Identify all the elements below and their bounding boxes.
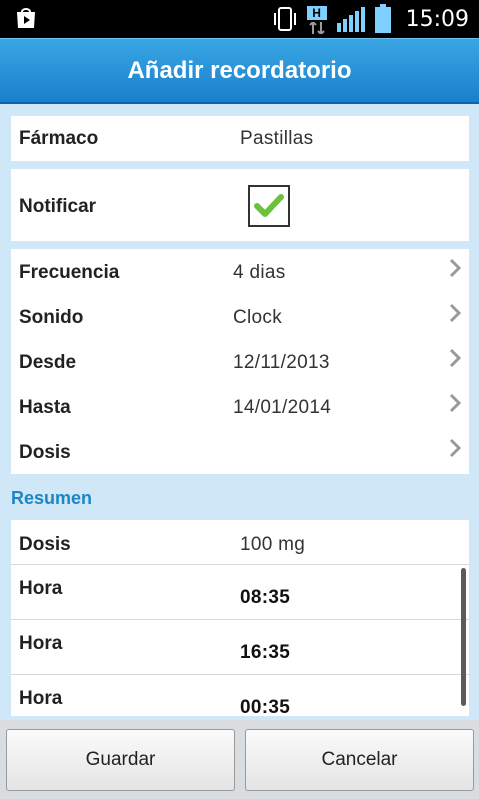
desde-row[interactable]: Desde 12/11/2013 (11, 339, 469, 384)
chevron-right-icon (449, 303, 462, 323)
hora-row: Hora 08:35 (11, 565, 469, 619)
hora-label: Hora (19, 633, 63, 654)
frecuencia-value: 4 dias (233, 262, 286, 283)
hora-label: Hora (19, 578, 63, 599)
dosis-label: Dosis (19, 442, 71, 463)
hasta-row[interactable]: Hasta 14/01/2014 (11, 384, 469, 429)
hora-value: 16:35 (240, 642, 291, 663)
scrollbar[interactable] (461, 568, 466, 706)
checkmark-icon (254, 194, 284, 217)
farmaco-card[interactable]: Fármaco Pastillas (11, 116, 469, 161)
farmaco-label: Fármaco (19, 128, 99, 149)
sonido-value: Clock (233, 307, 283, 328)
notificar-card: Notificar (11, 169, 469, 241)
settings-card: Frecuencia 4 dias Sonido Clock Desde 12/… (11, 249, 469, 474)
hasta-value: 14/01/2014 (233, 397, 332, 418)
chevron-right-icon (449, 258, 462, 278)
network-h-icon: H (306, 4, 328, 34)
vibrate-icon (273, 7, 296, 31)
hasta-label: Hasta (19, 397, 71, 418)
sonido-label: Sonido (19, 307, 84, 328)
page-title: Añadir recordatorio (127, 56, 352, 84)
chevron-right-icon (449, 393, 462, 413)
play-store-icon (17, 8, 35, 28)
signal-icon (336, 7, 365, 32)
resumen-dosis-value: 100 mg (240, 534, 306, 555)
resumen-title: Resumen (11, 488, 93, 508)
notificar-label: Notificar (19, 196, 97, 217)
save-button[interactable]: Guardar (6, 729, 235, 791)
farmaco-value: Pastillas (240, 128, 314, 149)
resumen-card: Dosis 100 mg Hora 08:35 Hora 16:35 Hora … (11, 520, 469, 716)
chevron-right-icon (449, 438, 462, 458)
desde-label: Desde (19, 352, 77, 373)
hora-value: 08:35 (240, 587, 291, 608)
status-bar: H 15:09 (0, 0, 479, 38)
resumen-dosis-row: Dosis 100 mg (11, 520, 469, 565)
clock: 15:09 (405, 6, 469, 32)
hora-value: 00:35 (240, 697, 291, 716)
frecuencia-row[interactable]: Frecuencia 4 dias (11, 249, 469, 294)
network-type-label: H (306, 6, 327, 20)
notificar-checkbox[interactable] (248, 185, 290, 227)
frecuencia-label: Frecuencia (19, 262, 120, 283)
hora-row: Hora 00:35 (11, 675, 469, 716)
chevron-right-icon (449, 348, 462, 368)
dosis-row[interactable]: Dosis (11, 429, 469, 474)
hora-row: Hora 16:35 (11, 620, 469, 674)
hora-label: Hora (19, 688, 63, 709)
sonido-row[interactable]: Sonido Clock (11, 294, 469, 339)
resumen-dosis-label: Dosis (19, 534, 71, 555)
desde-value: 12/11/2013 (233, 352, 330, 373)
cancel-button[interactable]: Cancelar (245, 729, 474, 791)
battery-icon (374, 4, 391, 33)
title-bar: Añadir recordatorio (0, 38, 479, 104)
